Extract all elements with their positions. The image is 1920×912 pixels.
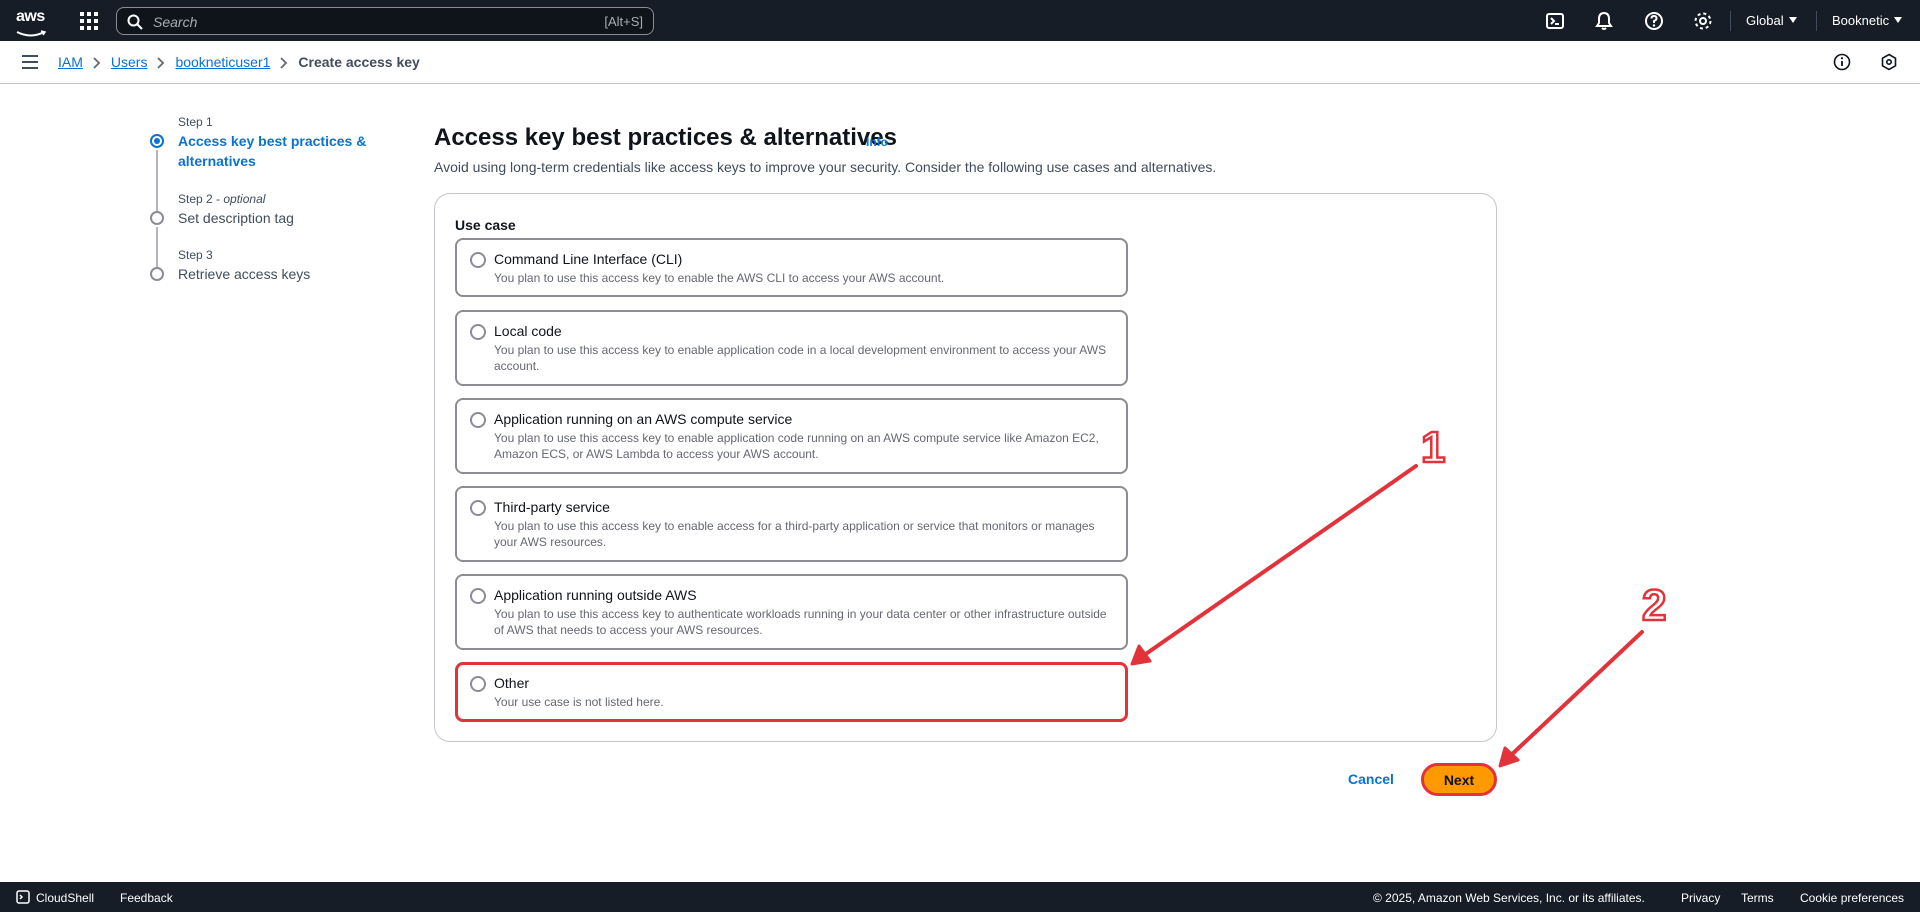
aws-logo[interactable]: aws — [16, 8, 50, 37]
radio-button[interactable] — [470, 252, 486, 268]
nav-separator — [1730, 11, 1731, 31]
step-3-title: Retrieve access keys — [178, 266, 311, 282]
account-caret-icon — [1894, 17, 1903, 23]
use-case-cli[interactable]: Command Line Interface (CLI) You plan to… — [455, 238, 1128, 297]
account-menu[interactable]: Booknetic — [1832, 13, 1903, 28]
notifications-bell-icon[interactable] — [1594, 11, 1614, 31]
use-case-description: You plan to use this access key to authe… — [494, 607, 1107, 637]
step-2-title: Set description tag — [178, 210, 294, 226]
services-grid-icon[interactable] — [80, 12, 98, 30]
info-link[interactable]: Info — [866, 135, 888, 149]
radio-button[interactable] — [470, 324, 486, 340]
help-icon[interactable] — [1644, 11, 1664, 31]
use-case-outside-aws[interactable]: Application running outside AWS You plan… — [455, 574, 1128, 650]
radio-button[interactable] — [470, 676, 486, 692]
step-1-title: Access key best practices & alternatives — [178, 133, 367, 169]
top-navigation: aws Search [Alt+S] Global Booknetic — [0, 0, 1920, 41]
use-case-label: Use case — [455, 217, 516, 233]
terms-link[interactable]: Terms — [1741, 891, 1774, 905]
cloudshell-icon[interactable] — [1545, 11, 1565, 31]
search-input[interactable]: Search [Alt+S] — [116, 7, 654, 35]
region-label: Global — [1746, 13, 1784, 28]
use-case-description: Your use case is not listed here. — [494, 695, 664, 709]
radio-button[interactable] — [470, 412, 486, 428]
radio-button[interactable] — [470, 500, 486, 516]
menu-hamburger-icon[interactable] — [22, 55, 38, 69]
use-case-local-code[interactable]: Local code You plan to use this access k… — [455, 310, 1128, 386]
feedback-panel-icon[interactable] — [1880, 53, 1898, 71]
privacy-link[interactable]: Privacy — [1681, 891, 1720, 905]
page-description: Avoid using long-term credentials like a… — [434, 159, 1217, 175]
chevron-right-icon — [83, 54, 111, 70]
use-case-other[interactable]: Other Your use case is not listed here. — [455, 662, 1128, 722]
use-case-description: You plan to use this access key to enabl… — [494, 519, 1095, 549]
step-2-icon — [150, 211, 164, 225]
info-panel-icon[interactable] — [1833, 53, 1851, 71]
annotation-label-2: 2 — [1642, 581, 1666, 630]
use-case-description: You plan to use this access key to enabl… — [494, 431, 1099, 461]
annotation-arrow-2 — [1498, 630, 1644, 768]
use-case-title: Local code — [494, 323, 562, 339]
use-case-title: Other — [494, 675, 530, 691]
step-3-label: Step 3 — [178, 248, 213, 262]
breadcrumb-iam[interactable]: IAM — [58, 54, 83, 70]
nav-separator — [1816, 11, 1817, 31]
use-case-title: Third-party service — [494, 499, 610, 515]
feedback-link[interactable]: Feedback — [120, 891, 173, 905]
copyright-text: © 2025, Amazon Web Services, Inc. or its… — [1373, 891, 1645, 905]
use-case-aws-compute[interactable]: Application running on an AWS compute se… — [455, 398, 1128, 474]
breadcrumb-bar: IAM Users bookneticuser1 Create access k… — [0, 41, 1920, 84]
use-case-third-party[interactable]: Third-party service You plan to use this… — [455, 486, 1128, 562]
settings-gear-icon[interactable] — [1693, 11, 1713, 31]
use-case-description: You plan to use this access key to enabl… — [494, 271, 945, 285]
search-shortcut: [Alt+S] — [604, 14, 643, 29]
footer: CloudShell Feedback © 2025, Amazon Web S… — [0, 882, 1920, 912]
step-1-active-icon — [150, 134, 164, 148]
search-icon — [127, 14, 143, 30]
use-case-title: Application running on an AWS compute se… — [494, 411, 793, 427]
search-placeholder: Search — [153, 14, 198, 30]
cookie-preferences-link[interactable]: Cookie preferences — [1800, 891, 1904, 905]
breadcrumb-users[interactable]: Users — [111, 54, 148, 70]
step-2-label: Step 2 - optional — [178, 192, 266, 206]
use-case-title: Application running outside AWS — [494, 587, 697, 603]
use-case-description: You plan to use this access key to enabl… — [494, 343, 1107, 373]
aws-logo-text: aws — [16, 8, 45, 25]
region-caret-icon — [1788, 17, 1797, 23]
cloudshell-icon[interactable] — [16, 890, 30, 904]
step-1-label: Step 1 — [178, 115, 213, 129]
radio-button[interactable] — [470, 588, 486, 604]
step-3-icon — [150, 267, 164, 281]
next-button[interactable]: Next — [1421, 763, 1497, 796]
breadcrumb-user[interactable]: bookneticuser1 — [175, 54, 270, 70]
breadcrumb-current: Create access key — [298, 54, 420, 70]
aws-smile-icon — [16, 30, 47, 37]
cancel-button[interactable]: Cancel — [1348, 771, 1394, 787]
chevron-right-icon — [147, 54, 175, 70]
region-selector[interactable]: Global — [1746, 13, 1797, 28]
breadcrumb: IAM Users bookneticuser1 Create access k… — [58, 54, 420, 70]
chevron-right-icon — [270, 54, 298, 70]
page-title: Access key best practices & alternatives — [434, 124, 897, 151]
account-label: Booknetic — [1832, 13, 1890, 28]
use-case-title: Command Line Interface (CLI) — [494, 251, 683, 267]
cloudshell-link[interactable]: CloudShell — [36, 891, 94, 905]
